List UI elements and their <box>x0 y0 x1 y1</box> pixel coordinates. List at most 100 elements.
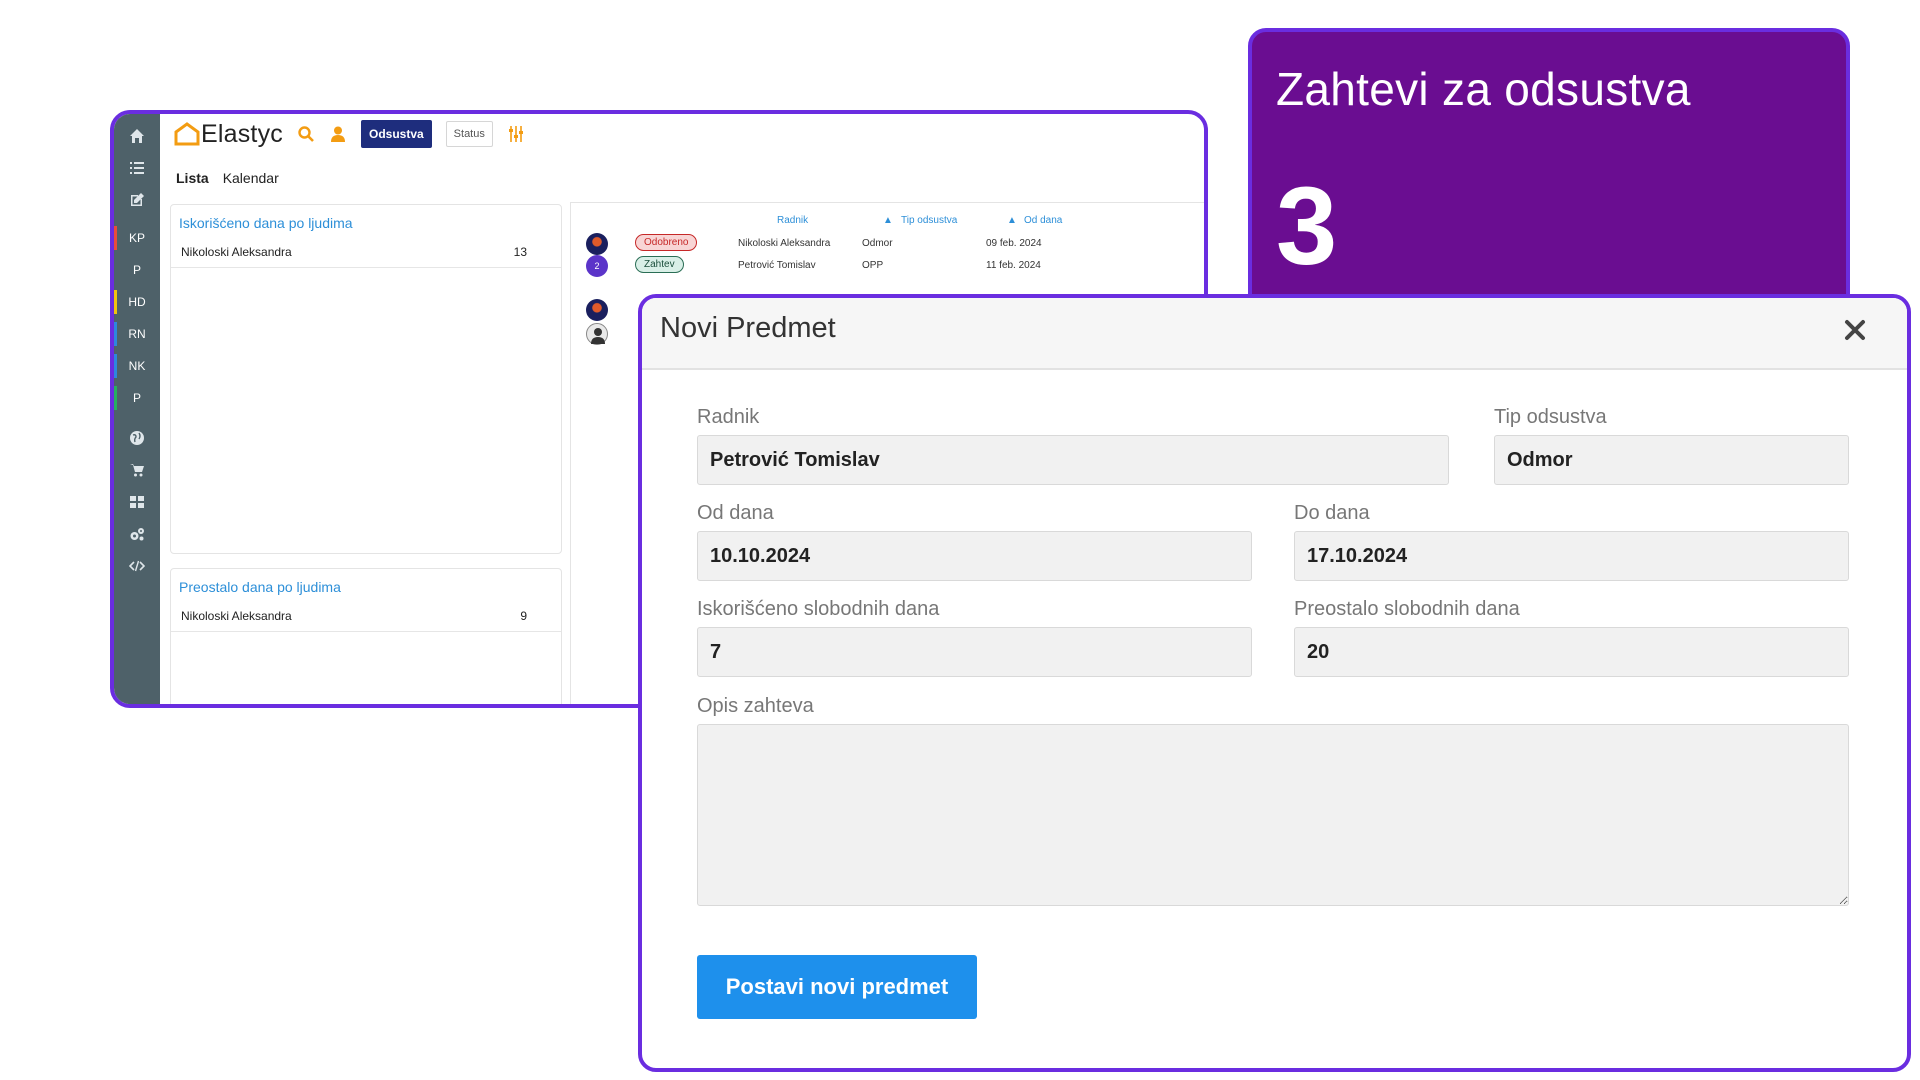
remaining-days-title: Preostalo dana po ljudima <box>179 579 341 595</box>
sidebar-item-label: NK <box>128 359 146 373</box>
search-icon[interactable] <box>297 125 315 143</box>
sort-up-icon[interactable]: ▲ <box>883 215 893 226</box>
avatar: 2 <box>586 255 608 277</box>
tab-lista[interactable]: Lista <box>176 170 209 186</box>
row-tip: OPP <box>862 260 884 271</box>
sidebar-item-kp[interactable]: KP <box>114 222 160 254</box>
stat-value: 3 <box>1276 165 1338 288</box>
sidebar-cogs[interactable] <box>114 518 160 550</box>
employee-name: Nikoloski Aleksandra <box>181 609 292 623</box>
sidebar-grid[interactable] <box>114 486 160 518</box>
col-tip-odsustva[interactable]: Tip odsustva <box>901 215 957 226</box>
avatar <box>586 233 608 255</box>
sidebar-mark <box>114 354 117 378</box>
sidebar-item-label: KP <box>128 231 145 245</box>
sidebar-mark <box>114 386 117 410</box>
iskorisceno-label: Iskorišćeno slobodnih dana <box>697 598 940 620</box>
used-days-title: Iskorišćeno dana po ljudima <box>179 215 353 231</box>
sidebar-list[interactable] <box>114 152 160 184</box>
user-icon[interactable] <box>329 125 347 143</box>
do-dana-field[interactable]: 17.10.2024 <box>1294 531 1849 581</box>
opis-zahteva-textarea[interactable] <box>697 724 1849 906</box>
tip-odsustva-label: Tip odsustva <box>1494 406 1607 428</box>
remaining-days-card: Preostalo dana po ljudima Nikoloski Alek… <box>170 568 562 704</box>
globe-icon <box>130 431 144 445</box>
modal-title: Novi Predmet <box>660 312 836 344</box>
cart-icon <box>130 464 144 477</box>
modal-header: Novi Predmet <box>642 298 1907 370</box>
sort-up-icon[interactable]: ▲ <box>1007 215 1017 226</box>
row-od-dana: 11 feb. 2024 <box>986 260 1041 271</box>
tip-odsustva-field[interactable]: Odmor <box>1494 435 1849 485</box>
employee-name: Nikoloski Aleksandra <box>181 245 292 259</box>
iskorisceno-field[interactable]: 7 <box>697 627 1252 677</box>
sidebar-globe[interactable] <box>114 422 160 454</box>
app-logo[interactable]: Elastyc <box>174 120 283 149</box>
sidebar-item-hd[interactable]: HD <box>114 286 160 318</box>
od-dana-label: Od dana <box>697 502 774 524</box>
view-tabs: Lista Kalendar <box>176 170 279 186</box>
odsustva-button[interactable]: Odsustva <box>360 120 432 148</box>
used-days-value: 13 <box>513 245 527 259</box>
new-subject-modal: Novi Predmet Radnik Petrović Tomislav Ti… <box>638 294 1911 1072</box>
row-od-dana: 09 feb. 2024 <box>986 238 1042 249</box>
sidebar-edit[interactable] <box>114 184 160 216</box>
edit-icon <box>131 193 144 206</box>
list-icon <box>130 162 144 174</box>
status-button[interactable]: Status <box>445 121 493 147</box>
logo-text: Elastyc <box>201 119 283 148</box>
code-icon <box>129 560 145 572</box>
preostalo-field[interactable]: 20 <box>1294 627 1849 677</box>
col-radnik[interactable]: Radnik <box>777 215 808 226</box>
avatar <box>586 323 608 345</box>
status-badge: Zahtev <box>635 256 684 273</box>
tab-kalendar[interactable]: Kalendar <box>223 170 279 186</box>
sidebar-home[interactable] <box>114 120 160 152</box>
sidebar-mark <box>114 322 117 346</box>
submit-button[interactable]: Postavi novi predmet <box>697 955 977 1019</box>
person-icon <box>591 328 605 344</box>
opis-label: Opis zahteva <box>697 695 814 717</box>
sidebar-mark <box>114 290 117 314</box>
row-radnik: Nikoloski Aleksandra <box>738 238 831 249</box>
radnik-field[interactable]: Petrović Tomislav <box>697 435 1449 485</box>
close-icon <box>1845 320 1865 340</box>
sidebar-item-label: HD <box>128 295 146 309</box>
used-days-card: Iskorišćeno dana po ljudima Nikoloski Al… <box>170 204 562 554</box>
cogs-icon <box>130 528 144 541</box>
stat-title: Zahtevi za odsustva <box>1276 63 1691 115</box>
col-od-dana[interactable]: Od dana <box>1024 215 1062 226</box>
do-dana-label: Do dana <box>1294 502 1370 524</box>
sidebar-item-p[interactable]: P <box>114 254 160 286</box>
table-row: Nikoloski Aleksandra 9 <box>171 603 561 632</box>
sidebar-code[interactable] <box>114 550 160 582</box>
row-radnik: Petrović Tomislav <box>738 260 816 271</box>
radnik-label: Radnik <box>697 406 760 428</box>
sidebar-mark <box>114 258 117 282</box>
sidebar-item-p2[interactable]: P <box>114 382 160 414</box>
sliders-icon[interactable] <box>507 125 525 143</box>
sidebar: KP P HD RN NK P <box>114 114 160 704</box>
sidebar-mark <box>114 226 117 250</box>
avatar <box>586 299 608 321</box>
status-badge: Odobreno <box>635 234 698 251</box>
sidebar-item-label: RN <box>128 327 146 341</box>
top-toolbar: Elastyc Odsustva Status <box>160 114 1204 154</box>
preostalo-label: Preostalo slobodnih dana <box>1294 598 1520 620</box>
sidebar-item-rn[interactable]: RN <box>114 318 160 350</box>
remaining-days-value: 9 <box>520 609 527 623</box>
list-item[interactable]: 2 Zahtev Petrović Tomislav OPP 11 feb. 2… <box>571 253 1204 279</box>
home-logo-icon <box>174 122 200 146</box>
od-dana-field[interactable]: 10.10.2024 <box>697 531 1252 581</box>
table-row: Nikoloski Aleksandra 13 <box>171 239 561 268</box>
sidebar-item-nk[interactable]: NK <box>114 350 160 382</box>
screenshot-stage: KP P HD RN NK P Elastyc Odsustva Status … <box>0 0 1920 1080</box>
sidebar-item-label: P <box>132 263 141 277</box>
home-icon <box>130 129 144 143</box>
grid-icon <box>130 496 144 508</box>
absence-requests-stat-card: Zahtevi za odsustva 3 <box>1248 28 1850 328</box>
close-button[interactable] <box>1839 310 1871 350</box>
sidebar-cart[interactable] <box>114 454 160 486</box>
sidebar-item-label: P <box>132 391 141 405</box>
row-tip: Odmor <box>862 238 893 249</box>
